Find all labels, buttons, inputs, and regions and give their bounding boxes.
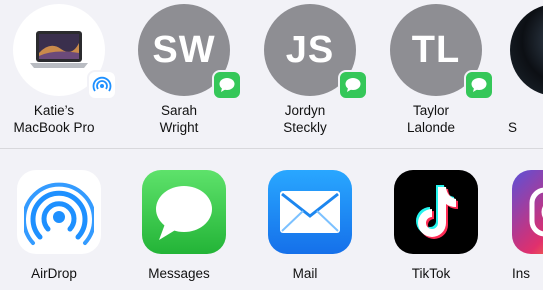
share-target-name: Katie’s MacBook Pro — [13, 103, 95, 135]
contact-photo-avatar — [510, 4, 543, 96]
instagram-icon — [512, 170, 543, 254]
message-badge-icon — [338, 70, 368, 100]
airdrop-icon — [17, 170, 101, 254]
airdrop-badge-icon — [87, 70, 117, 100]
share-target-name: Jordyn Steckly — [283, 103, 327, 135]
share-target-partial[interactable]: . S — [490, 4, 543, 148]
share-sheet-apps-row: AirDrop Messages Mail TikTok Ins — [0, 150, 543, 286]
share-target-name: Sarah Wright — [159, 103, 199, 135]
mail-icon — [268, 170, 352, 254]
tiktok-icon — [394, 170, 478, 254]
messages-icon — [142, 170, 226, 254]
share-target-name: Taylor Lalonde — [406, 103, 456, 135]
message-badge-icon — [212, 70, 242, 100]
app-label: TikTok — [411, 266, 451, 281]
app-label: Ins — [512, 266, 531, 281]
app-label: Mail — [292, 266, 318, 281]
row-divider — [0, 148, 543, 149]
app-label: AirDrop — [31, 266, 77, 281]
share-sheet-people-row: Katie’s MacBook Pro SW Sarah Wright JS J… — [0, 0, 543, 148]
share-target-name: . S — [508, 120, 518, 135]
app-label: Messages — [148, 266, 210, 281]
share-app-instagram[interactable]: Ins — [490, 170, 543, 290]
